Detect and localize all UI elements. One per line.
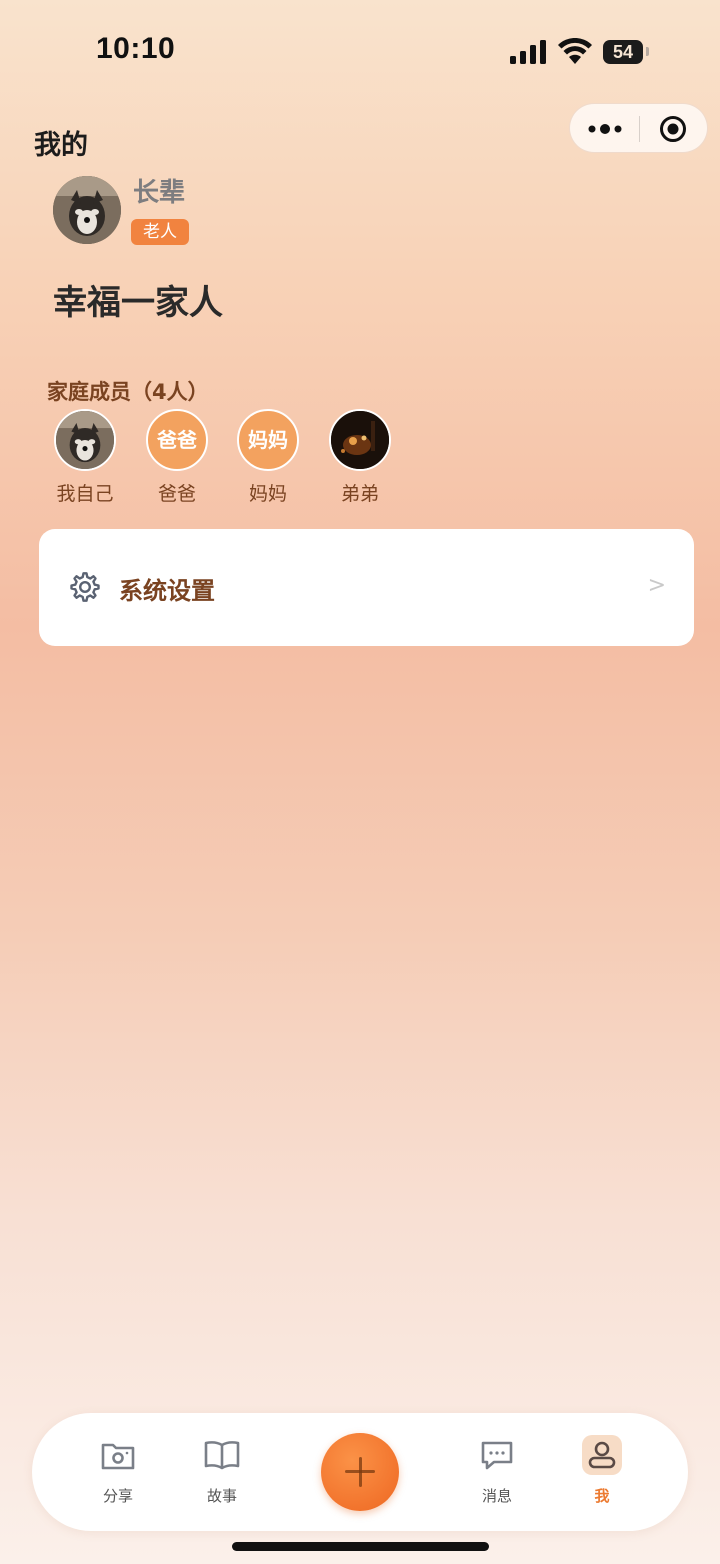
page-title: 我的	[34, 130, 88, 161]
camera-folder-icon	[101, 1443, 135, 1470]
profile-name: 长辈	[133, 178, 186, 208]
role-badge: 老人	[131, 219, 189, 245]
tab-label: 故事	[206, 1487, 237, 1505]
tab-label: 我	[594, 1487, 610, 1505]
tab-label: 分享	[102, 1487, 133, 1505]
night-photo-icon	[331, 411, 389, 469]
plus-icon	[358, 1457, 362, 1487]
add-button[interactable]	[321, 1433, 399, 1511]
status-time: 10:10	[96, 32, 176, 65]
battery-indicator: 54	[603, 40, 643, 64]
message-icon	[481, 1441, 513, 1470]
member-label: 妈妈	[248, 483, 287, 505]
capsule-divider	[639, 116, 640, 142]
wifi-icon	[558, 38, 592, 64]
signal-icon	[510, 40, 546, 64]
member-self[interactable]: 我自己	[39, 409, 131, 506]
member-label: 我自己	[56, 483, 114, 505]
tab-icon-wrap	[202, 1435, 242, 1475]
member-avatar	[54, 409, 116, 471]
member-dad[interactable]: 爸爸 爸爸	[131, 409, 223, 506]
family-name: 幸福一家人	[53, 283, 223, 323]
tab-icon-wrap	[477, 1435, 517, 1475]
dog-photo-icon	[53, 176, 121, 244]
tab-me[interactable]: 我	[562, 1435, 642, 1506]
member-label: 弟弟	[340, 483, 379, 505]
settings-row[interactable]: 系统设置 >	[39, 529, 694, 646]
settings-label: 系统设置	[119, 577, 215, 605]
tab-messages[interactable]: 消息	[457, 1435, 537, 1506]
gear-icon	[70, 572, 100, 602]
tab-label: 消息	[481, 1487, 512, 1505]
status-bar: 10:10 54	[0, 0, 720, 100]
member-avatar: 妈妈	[237, 409, 299, 471]
capsule-menu	[569, 103, 708, 153]
user-icon	[588, 1441, 616, 1469]
tab-bar: 分享 故事 消息 我	[32, 1413, 688, 1531]
more-icon[interactable]	[586, 118, 624, 140]
chevron-right-icon: >	[647, 573, 666, 598]
member-mom[interactable]: 妈妈 妈妈	[222, 409, 314, 506]
member-avatar	[329, 409, 391, 471]
tab-story[interactable]: 故事	[182, 1435, 262, 1506]
avatar[interactable]	[53, 176, 121, 244]
member-label: 爸爸	[157, 483, 196, 505]
member-avatar: 爸爸	[146, 409, 208, 471]
members-title: 家庭成员（4人）	[47, 380, 209, 404]
book-icon	[204, 1441, 240, 1470]
member-brother[interactable]: 弟弟	[314, 409, 406, 506]
close-target-icon[interactable]	[659, 115, 687, 143]
tab-icon-wrap	[98, 1435, 138, 1475]
tab-icon-wrap	[582, 1435, 622, 1475]
tab-share[interactable]: 分享	[78, 1435, 158, 1506]
home-indicator	[232, 1542, 489, 1551]
battery-cap	[646, 47, 649, 56]
dog-photo-icon	[56, 411, 114, 469]
